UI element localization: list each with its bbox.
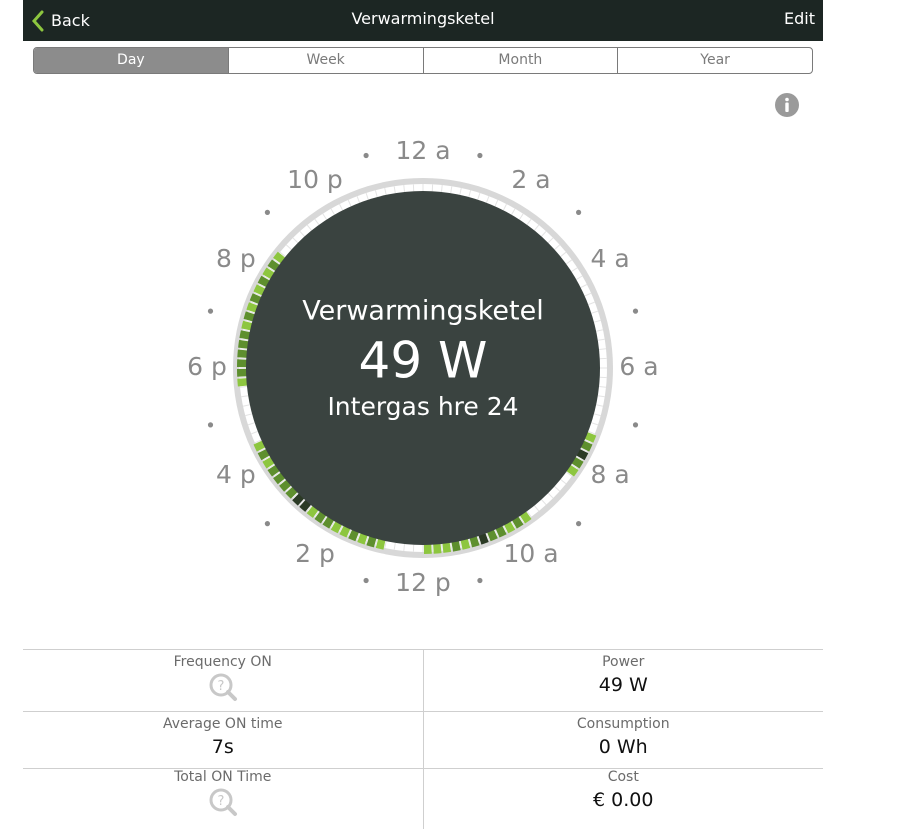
clock-dot — [265, 210, 270, 215]
clock-dot — [265, 521, 270, 526]
stat-frequency-on: Frequency ON ? — [23, 650, 423, 711]
hour-label: 10 p — [287, 165, 343, 194]
usage-segment — [433, 543, 441, 554]
stat-label: Power — [424, 654, 824, 670]
hour-label: 10 a — [503, 539, 558, 568]
stat-cost: Cost € 0.00 — [423, 769, 824, 829]
stat-value: 0 Wh — [424, 736, 824, 758]
clock-dot — [477, 153, 482, 158]
usage-segment — [237, 359, 247, 367]
hour-label: 6 a — [619, 352, 658, 381]
stat-label: Total ON Time — [23, 769, 423, 785]
clock-tick — [599, 387, 606, 388]
hour-label: 2 a — [511, 165, 550, 194]
stats-row: Total ON Time ? Cost € 0.00 — [23, 768, 823, 829]
stat-average-on-time: Average ON time 7s — [23, 712, 423, 768]
stat-value: 49 W — [424, 674, 824, 696]
clock-tick — [599, 349, 606, 350]
stat-label: Frequency ON — [23, 654, 423, 670]
clock-dot — [633, 422, 638, 427]
clock-dot — [208, 422, 213, 427]
help-search-icon[interactable]: ? — [208, 672, 238, 702]
hour-label: 4 a — [591, 244, 630, 273]
hour-label: 8 a — [591, 460, 630, 489]
usage-segment — [237, 378, 248, 386]
stats-table: Frequency ON ? Power 49 W Average ON tim… — [23, 649, 823, 829]
clock-dot — [633, 309, 638, 314]
clock-tick — [404, 185, 405, 192]
usage-clock: 12 a 2 a 4 a 6 a 8 a 10 a 12 p 2 p 4 p 6… — [0, 0, 899, 640]
clock-dot — [208, 309, 213, 314]
stat-label: Cost — [424, 769, 824, 785]
clock-tick — [240, 349, 247, 350]
hour-label: 4 p — [216, 460, 256, 489]
stat-value: € 0.00 — [424, 789, 824, 811]
usage-segment — [237, 350, 248, 358]
hour-label: 2 p — [295, 539, 335, 568]
clock-device-model: Intergas hre 24 — [327, 392, 518, 421]
usage-segment — [424, 544, 432, 554]
svg-text:?: ? — [217, 794, 224, 809]
hour-label: 6 p — [187, 352, 227, 381]
clock-dot — [364, 153, 369, 158]
clock-power-value: 49 W — [359, 332, 488, 390]
help-search-icon[interactable]: ? — [208, 787, 238, 817]
hour-label: 12 p — [395, 568, 451, 597]
clock-dot — [576, 210, 581, 215]
stats-row: Average ON time 7s Consumption 0 Wh — [23, 711, 823, 768]
clock-dot — [576, 521, 581, 526]
usage-segment — [237, 369, 247, 377]
stat-consumption: Consumption 0 Wh — [423, 712, 824, 768]
stat-power: Power 49 W — [423, 650, 824, 711]
stat-total-on-time: Total ON Time ? — [23, 769, 423, 829]
svg-text:?: ? — [217, 679, 224, 694]
clock-dot — [477, 578, 482, 583]
hour-label: 12 a — [395, 136, 450, 165]
clock-tick — [442, 185, 443, 192]
clock-tick — [404, 544, 405, 551]
clock-tick — [442, 544, 443, 551]
stat-value: 7s — [23, 736, 423, 758]
clock-device-name: Verwarmingsketel — [302, 296, 543, 327]
clock-tick — [240, 387, 247, 388]
hour-label: 8 p — [216, 244, 256, 273]
stats-row: Frequency ON ? Power 49 W — [23, 649, 823, 711]
stat-label: Consumption — [424, 716, 824, 732]
clock-dot — [364, 578, 369, 583]
stat-label: Average ON time — [23, 716, 423, 732]
